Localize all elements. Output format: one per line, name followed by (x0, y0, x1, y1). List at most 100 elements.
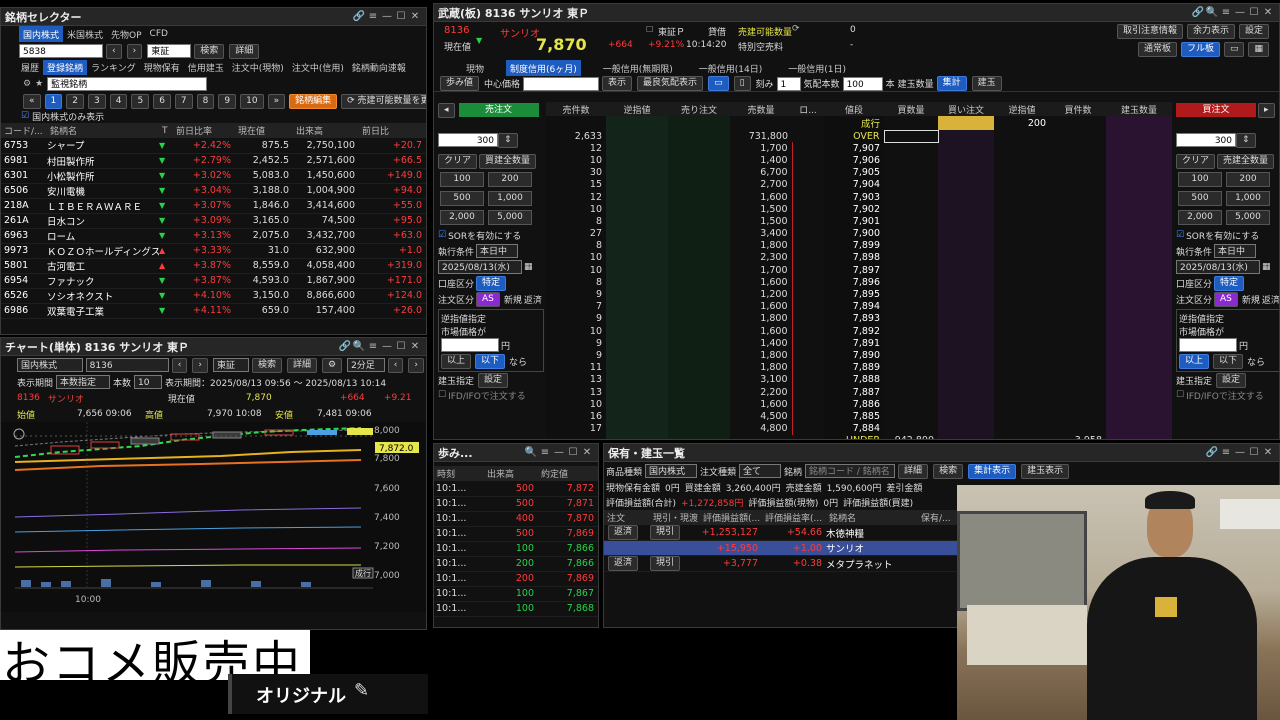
prev-period-button[interactable]: ‹ (387, 357, 404, 373)
code-input[interactable]: 5838 (19, 44, 103, 58)
book-cell[interactable] (994, 349, 1050, 362)
book-cell[interactable] (883, 129, 939, 143)
book-cell[interactable] (938, 178, 994, 191)
close-icon[interactable]: ✕ (580, 447, 594, 458)
book-cell[interactable] (884, 215, 938, 228)
close-icon[interactable]: ✕ (1261, 447, 1275, 458)
buy-all-button[interactable]: 売建全数量 (1217, 153, 1275, 169)
buy-sor-checkbox[interactable]: ☑ (1176, 230, 1184, 240)
book-cell[interactable] (668, 361, 730, 374)
sell-above-button[interactable]: 以上 (441, 354, 472, 369)
book-cell[interactable] (884, 154, 938, 167)
edit-stocks-button[interactable]: 銘柄編集 (289, 93, 338, 109)
ifd-checkbox[interactable]: ☐ (438, 390, 446, 400)
minimize-icon[interactable]: — (1233, 7, 1247, 18)
book-cell[interactable] (994, 325, 1050, 338)
book-cell[interactable] (606, 312, 668, 325)
book-cell[interactable] (938, 349, 994, 362)
sell-cond-select[interactable]: 本日中 (476, 244, 519, 258)
book-cell[interactable] (606, 203, 668, 216)
sell-amount-100-button[interactable]: 100 (440, 172, 484, 187)
buy-account-button[interactable]: 特定 (1214, 275, 1245, 291)
market-type-select[interactable]: 国内株式 (17, 358, 83, 372)
book-cell[interactable] (884, 142, 938, 155)
subtab-margin[interactable]: 信用建玉 (184, 60, 228, 75)
page-4-button[interactable]: 4 (109, 93, 128, 109)
book-cell[interactable] (938, 166, 994, 179)
book-cell[interactable] (994, 190, 1050, 204)
book-cell[interactable] (884, 166, 938, 179)
link-icon[interactable]: 🔗 (338, 341, 352, 352)
watchlist-row[interactable]: 218A ＬＩＢＥＲＡＷＡＲＥ ▼ +3.07% 1,846.0 3,414,600 +55… (1, 198, 426, 214)
book-cell[interactable] (668, 239, 730, 252)
book-cell[interactable] (668, 312, 730, 325)
book-cell[interactable] (606, 276, 668, 289)
sell-amount-500-button[interactable]: 500 (440, 191, 484, 206)
next-button[interactable]: › (192, 357, 209, 373)
chart-detail-button[interactable]: 詳細 (286, 357, 317, 373)
tab-margin-6m[interactable]: 制度信用(6ヶ月) (506, 60, 581, 76)
close-icon[interactable]: ✕ (408, 11, 422, 22)
book-cell[interactable] (994, 385, 1050, 399)
ask-level-row[interactable]: 10 1,700 7,897 (546, 264, 1172, 277)
layout-icon[interactable]: ▭ (1223, 42, 1245, 57)
next-button[interactable]: › (126, 43, 143, 59)
book-cell[interactable] (994, 178, 1050, 191)
book-cell[interactable] (668, 203, 730, 216)
calendar-icon[interactable]: ▦ (1262, 262, 1271, 272)
book-cell[interactable] (668, 410, 730, 423)
book-cell[interactable] (606, 251, 668, 265)
book-cell[interactable] (884, 264, 938, 277)
step-button[interactable]: 歩み値 (440, 76, 480, 91)
ask-level-row[interactable]: 10 1,400 7,906 (546, 154, 1172, 167)
watchlist-row[interactable]: 6526 ソシオネクスト ▼ +4.10% 3,150.0 8,866,600 +124.0 (1, 288, 426, 304)
tab-domestic[interactable]: 国内株式 (19, 26, 64, 42)
qty-stepper[interactable]: ⇕ (1236, 132, 1256, 148)
price-chart[interactable]: 8,000 7,800 7,600 7,400 7,200 7,000 7,87… (1, 422, 426, 612)
page-6-button[interactable]: 6 (153, 93, 171, 109)
book-cell[interactable] (994, 288, 1050, 301)
watchlist-row[interactable]: 6753 シャープ ▼ +2.42% 875.5 2,750,100 +20.7 (1, 138, 426, 154)
book-cell[interactable] (884, 251, 938, 265)
ask-level-row[interactable]: 10 1,500 7,902 (546, 203, 1172, 216)
search-button[interactable]: 検索 (194, 43, 225, 59)
book-cell[interactable] (668, 398, 730, 411)
book-cell[interactable] (938, 312, 994, 325)
best-quote-button[interactable]: 最良気配表示 (637, 76, 704, 91)
first-page-button[interactable]: « (23, 93, 41, 109)
book-cell[interactable] (994, 215, 1050, 228)
book-cell[interactable] (606, 142, 668, 155)
menu-icon[interactable]: ≡ (1219, 7, 1233, 18)
ask-level-row[interactable]: 16 4,500 7,885 (546, 410, 1172, 423)
calendar-icon[interactable]: ▦ (524, 262, 533, 272)
deliver-button[interactable]: 現引 (650, 556, 681, 571)
maximize-icon[interactable]: ☐ (1247, 7, 1261, 18)
sell-stop-input[interactable] (441, 338, 499, 352)
book-cell[interactable] (994, 300, 1050, 313)
book-cell[interactable] (606, 154, 668, 167)
book-cell[interactable] (994, 227, 1050, 240)
book-cell[interactable] (606, 349, 668, 362)
buy-amount-5000-button[interactable]: 5,000 (1226, 210, 1270, 225)
book-cell[interactable] (994, 142, 1050, 155)
domestic-only-checkbox[interactable]: ☑ (21, 111, 29, 121)
sell-amount-1000-button[interactable]: 1,000 (488, 191, 532, 206)
book-cell[interactable] (606, 264, 668, 277)
book-cell[interactable] (606, 239, 668, 252)
subtab-ranking[interactable]: ランキング (87, 60, 140, 75)
sell-as-button[interactable]: AS (476, 291, 500, 307)
maximize-icon[interactable]: ☐ (566, 447, 580, 458)
book-cell[interactable] (938, 251, 994, 265)
type-select[interactable]: 国内株式 (645, 464, 698, 478)
holdings-row[interactable]: 返済 現引 +3,777 +0.38 メタプラネット (604, 555, 964, 572)
book-cell[interactable] (994, 264, 1050, 277)
total-button[interactable]: 集計 (936, 76, 967, 91)
book-cell[interactable] (668, 264, 730, 277)
summary-button[interactable]: 集計表示 (968, 463, 1017, 479)
ask-level-row[interactable]: 15 2,700 7,904 (546, 178, 1172, 191)
menu-icon[interactable]: ≡ (366, 11, 380, 22)
book-cell[interactable] (606, 300, 668, 313)
period-mode-select[interactable]: 本数指定 (56, 375, 111, 389)
watchlist-col-header[interactable]: 前日比率 (173, 123, 235, 138)
subtab-news[interactable]: 銘柄動向速報 (348, 60, 410, 75)
